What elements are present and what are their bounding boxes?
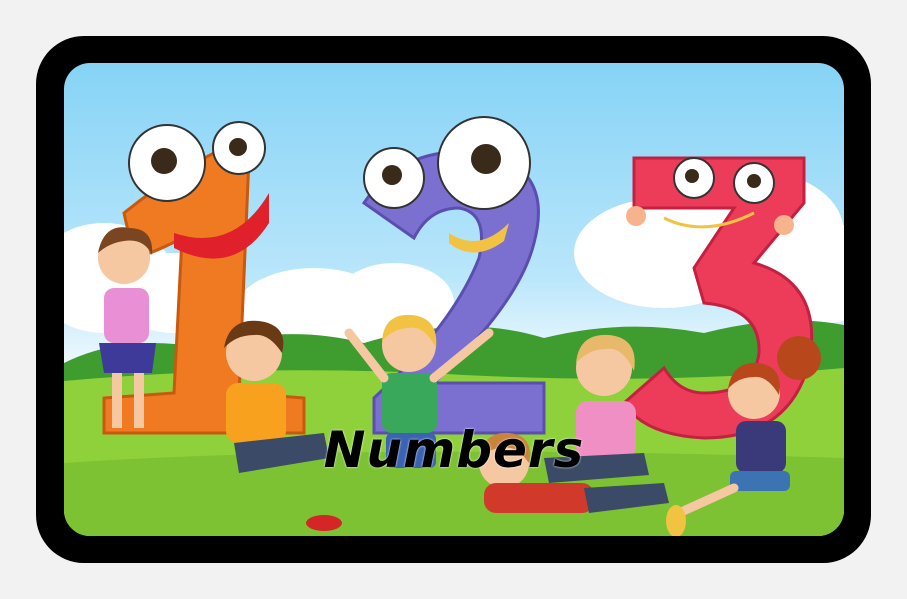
card-frame[interactable]: Numbers [36, 36, 871, 563]
numbers-illustration: Numbers [64, 63, 844, 536]
card-title: Numbers [323, 421, 585, 479]
